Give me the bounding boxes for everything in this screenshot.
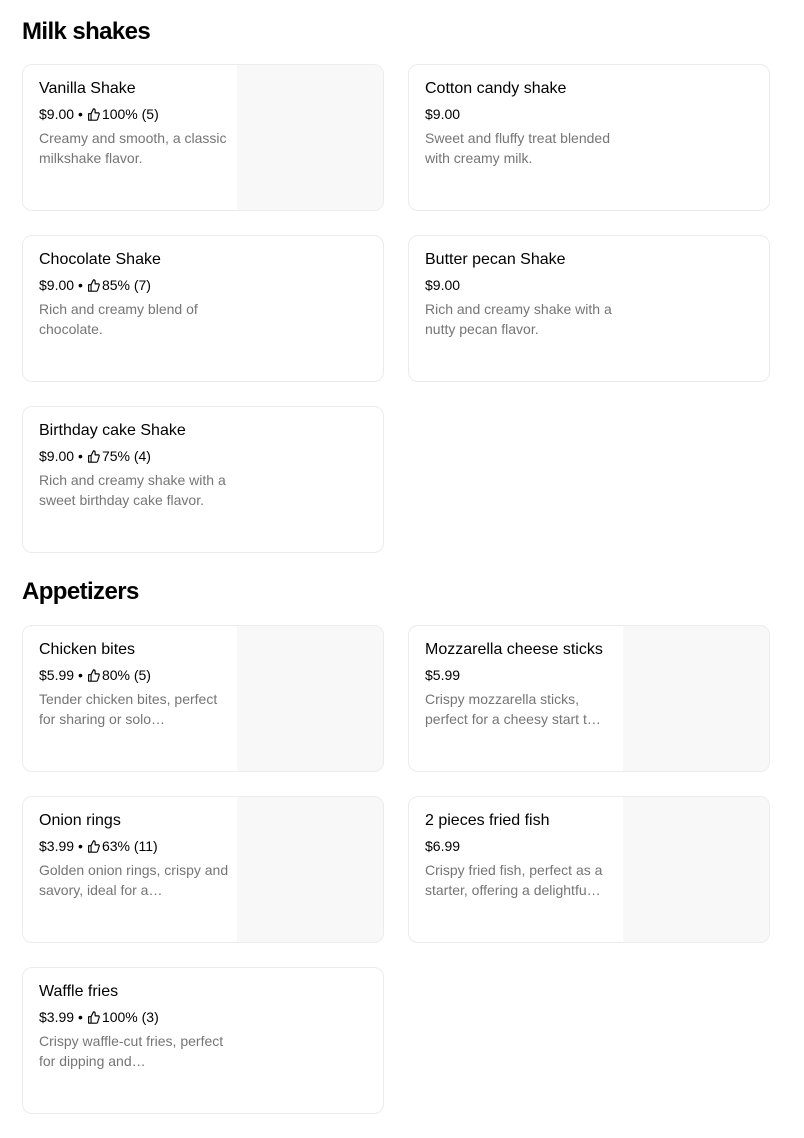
item-name: Chicken bites (39, 641, 136, 658)
item-description: Rich and creamy shake with a nutty pecan… (425, 301, 612, 337)
item-price: $9.00 (425, 277, 461, 293)
item-image-placeholder (237, 626, 383, 771)
item-description: Golden onion rings, crispy and savory, i… (39, 862, 229, 898)
menu-item-vanilla-shake[interactable]: Vanilla Shake $9.00 • 100% (5) Creamy an… (22, 64, 384, 211)
item-price: $9.00 (425, 106, 461, 122)
item-name: Waffle fries (39, 983, 119, 1000)
item-image-placeholder (623, 797, 769, 942)
item-image-placeholder (237, 797, 383, 942)
menu-item-fried-fish[interactable]: 2 pieces fried fish $6.99 Crispy fried f… (408, 796, 770, 943)
item-price: $5.99 (39, 667, 75, 683)
item-description: Sweet and fluffy treat blended with crea… (425, 130, 610, 166)
item-name: Cotton candy shake (425, 80, 567, 97)
menu-item-cotton-candy-shake[interactable]: Cotton candy shake $9.00 Sweet and fluff… (408, 64, 770, 211)
item-image-placeholder (237, 65, 383, 210)
item-name: Chocolate Shake (39, 251, 161, 268)
meta-separator: • (78, 106, 83, 122)
item-name: Birthday cake Shake (39, 422, 186, 439)
item-name: 2 pieces fried fish (425, 812, 550, 829)
item-name: Butter pecan Shake (425, 251, 566, 268)
thumbs-up-icon (88, 107, 100, 121)
menu-item-waffle-fries[interactable]: Waffle fries $3.99 • 100% (3) Crispy waf… (22, 967, 384, 1114)
item-description: Rich and creamy shake with a sweet birth… (39, 472, 226, 508)
menu-item-mozzarella-cheese-sticks[interactable]: Mozzarella cheese sticks $5.99 Crispy mo… (408, 625, 770, 772)
thumbs-up-icon (88, 839, 100, 853)
item-description: Crispy waffle-cut fries, perfect for dip… (39, 1033, 224, 1069)
item-rating: 85% (7) (101, 277, 151, 293)
thumbs-up-icon (88, 449, 100, 463)
item-description: Crispy mozzarella sticks, perfect for a … (425, 691, 601, 727)
item-price: $5.99 (425, 667, 461, 683)
item-description: Tender chicken bites, perfect for sharin… (39, 691, 218, 727)
meta-separator: • (78, 1009, 83, 1025)
item-rating: 80% (5) (101, 667, 151, 683)
item-rating: 63% (11) (101, 838, 158, 854)
item-description: Creamy and smooth, a classic milkshake f… (39, 130, 227, 166)
item-rating: 100% (5) (101, 106, 159, 122)
section-title-milk-shakes: Milk shakes (22, 18, 151, 45)
menu-item-birthday-cake-shake[interactable]: Birthday cake Shake $9.00 • 75% (4) Rich… (22, 406, 384, 553)
meta-separator: • (78, 448, 83, 464)
item-name: Onion rings (39, 812, 121, 829)
menu-item-onion-rings[interactable]: Onion rings $3.99 • 63% (11) Golden onio… (22, 796, 384, 943)
item-price: $3.99 (39, 1009, 75, 1025)
meta-separator: • (78, 277, 83, 293)
item-price: $3.99 (39, 838, 75, 854)
meta-separator: • (78, 838, 83, 854)
menu-item-butter-pecan-shake[interactable]: Butter pecan Shake $9.00 Rich and creamy… (408, 235, 770, 382)
item-rating: 75% (4) (101, 448, 151, 464)
menu-item-chicken-bites[interactable]: Chicken bites $5.99 • 80% (5) Tender chi… (22, 625, 384, 772)
thumbs-up-icon (88, 1010, 100, 1024)
thumbs-up-icon (88, 668, 100, 682)
item-name: Mozzarella cheese sticks (425, 641, 603, 658)
item-price: $9.00 (39, 106, 75, 122)
section-title-appetizers: Appetizers (22, 578, 139, 605)
thumbs-up-icon (88, 278, 100, 292)
item-rating: 100% (3) (101, 1009, 159, 1025)
menu-item-chocolate-shake[interactable]: Chocolate Shake $9.00 • 85% (7) Rich and… (22, 235, 384, 382)
meta-separator: • (78, 667, 83, 683)
item-description: Crispy fried fish, perfect as a starter,… (425, 862, 603, 898)
item-description: Rich and creamy blend of chocolate. (39, 301, 198, 337)
item-name: Vanilla Shake (39, 80, 136, 97)
item-price: $9.00 (39, 448, 75, 464)
item-price: $9.00 (39, 277, 75, 293)
item-image-placeholder (623, 626, 769, 771)
item-price: $6.99 (425, 838, 461, 854)
